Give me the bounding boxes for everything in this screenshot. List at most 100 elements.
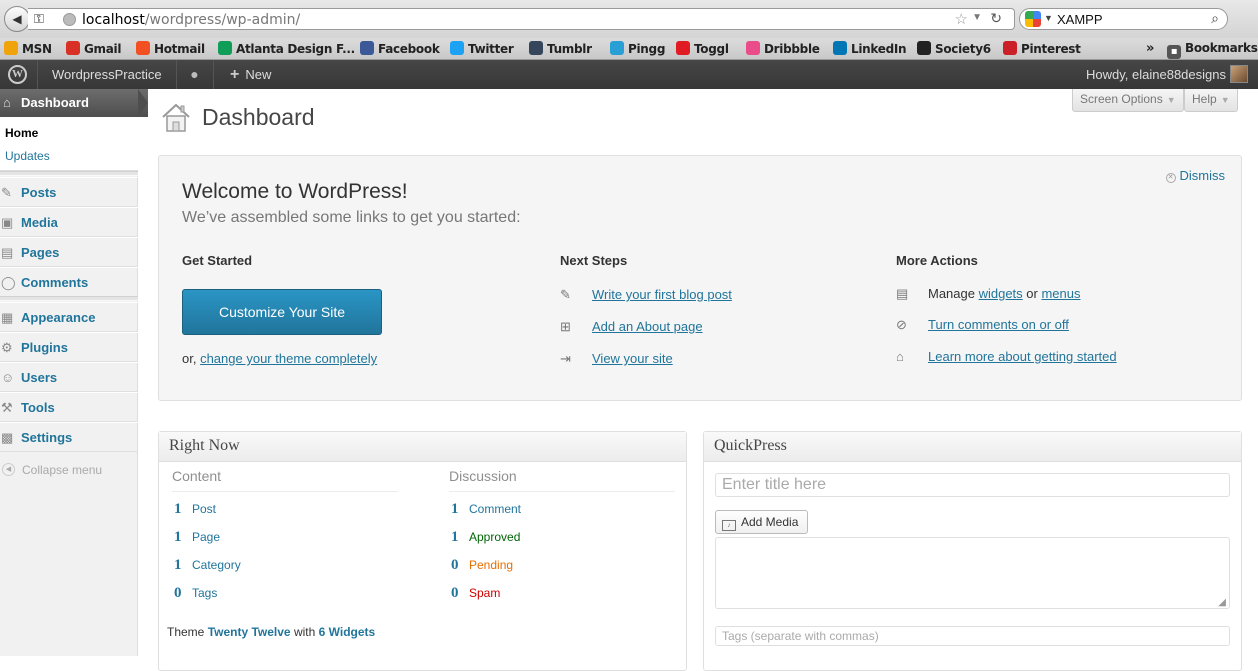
dribbble-icon <box>746 41 760 55</box>
bookmark-hotmail[interactable]: Hotmail <box>136 41 205 56</box>
widgets-link[interactable]: widgets <box>979 286 1023 301</box>
widgets-count-link[interactable]: 6 Widgets <box>319 625 376 639</box>
search-box[interactable]: ▼ XAMPP ⌕ <box>1019 8 1228 30</box>
bookmark-atlanta-design-f[interactable]: Atlanta Design F... <box>218 41 355 56</box>
row-label[interactable]: Category <box>192 558 241 572</box>
resize-handle-icon[interactable]: ◢ <box>1218 597 1226 608</box>
bookmark-label: Toggl <box>694 42 729 56</box>
address-bar[interactable]: ⚿ localhost/wordpress/wp-admin/ ☆ ▼ ↻ <box>28 8 1015 30</box>
bookmark-dribbble[interactable]: Dribbble <box>746 41 820 56</box>
bookmark-twitter[interactable]: Twitter <box>450 41 514 56</box>
write-post-link[interactable]: Write your first blog post <box>592 287 732 302</box>
add-page-icon: ⊞ <box>560 319 571 334</box>
wordpress-logo-icon[interactable]: W <box>0 60 38 89</box>
sidebar-item-label: Media <box>21 215 58 230</box>
menus-link[interactable]: menus <box>1041 286 1080 301</box>
discussion-row[interactable]: 1 Approved <box>451 529 520 546</box>
reload-icon[interactable]: ↻ <box>990 10 1002 27</box>
submenu-item-updates[interactable]: Updates <box>5 149 50 163</box>
sidebar-item-pages[interactable]: ▤ Pages <box>0 237 138 267</box>
row-label[interactable]: Spam <box>469 586 500 600</box>
howdy-user-link[interactable]: Howdy, elaine88designs <box>1086 60 1226 89</box>
bookmark-society6[interactable]: Society6 <box>917 41 991 56</box>
new-content-button[interactable]: + New <box>214 60 287 89</box>
customize-site-button[interactable]: Customize Your Site <box>182 289 382 335</box>
help-button[interactable]: Help ▼ <box>1184 89 1238 112</box>
discussion-row[interactable]: 0 Spam <box>451 585 500 602</box>
count[interactable]: 1 <box>174 529 192 546</box>
dismiss-button[interactable]: ✕ Dismiss <box>1165 168 1225 183</box>
bookmark-toggl[interactable]: Toggl <box>676 41 729 56</box>
bookmarks-menu[interactable]: ▪ Bookmarks <box>1167 41 1258 59</box>
about-page-link[interactable]: Add an About page <box>592 319 703 334</box>
discussion-row[interactable]: 1 Comment <box>451 501 521 518</box>
count[interactable]: 1 <box>451 501 469 518</box>
quickpress-content-textarea[interactable]: ◢ <box>715 537 1230 609</box>
count[interactable]: 1 <box>174 557 192 574</box>
address-text[interactable]: localhost/wordpress/wp-admin/ <box>82 12 300 28</box>
sheets-icon <box>218 41 232 55</box>
screen-options-button[interactable]: Screen Options ▼ <box>1072 89 1184 112</box>
content-row[interactable]: 1 Category <box>174 557 241 574</box>
browser-toolbar: ◀ ⚿ localhost/wordpress/wp-admin/ ☆ ▼ ↻ … <box>0 0 1258 38</box>
comments-toggle-link[interactable]: Turn comments on or off <box>928 317 1069 332</box>
change-theme-link[interactable]: change your theme completely <box>200 351 377 366</box>
search-icon[interactable]: ⌕ <box>1211 10 1219 27</box>
sidebar-item-media[interactable]: ▣ Media <box>0 207 138 237</box>
bookmarks-overflow-icon[interactable]: » <box>1146 41 1154 56</box>
bookmark-msn[interactable]: MSN <box>4 41 52 56</box>
row-label[interactable]: Post <box>192 502 216 516</box>
content-row[interactable]: 1 Post <box>174 501 216 518</box>
count[interactable]: 0 <box>174 585 192 602</box>
sidebar-item-comments[interactable]: ◯ Comments <box>0 267 138 297</box>
sidebar-item-posts[interactable]: ✎ Posts <box>0 177 138 207</box>
bookmark-linkedin[interactable]: LinkedIn <box>833 41 907 56</box>
row-label[interactable]: Tags <box>192 586 217 600</box>
site-name-link[interactable]: WordpressPractice <box>38 60 177 89</box>
count[interactable]: 1 <box>451 529 469 546</box>
content-row[interactable]: 0 Tags <box>174 585 217 602</box>
bookmark-gmail[interactable]: Gmail <box>66 41 121 56</box>
sidebar-item-tools[interactable]: ⚒ Tools <box>0 392 138 422</box>
count[interactable]: 0 <box>451 557 469 574</box>
comment-bubble-icon[interactable]: ● <box>176 60 214 89</box>
google-icon[interactable] <box>1025 11 1041 27</box>
bookmark-pingg[interactable]: Pingg <box>610 41 665 56</box>
count[interactable]: 0 <box>451 585 469 602</box>
avatar[interactable] <box>1230 65 1248 83</box>
view-site-link[interactable]: View your site <box>592 351 673 366</box>
row-label[interactable]: Pending <box>469 558 513 572</box>
admin-bar: W WordpressPractice ● + New Howdy, elaine… <box>0 60 1258 89</box>
sidebar-item-appearance[interactable]: ▦ Appearance <box>0 302 138 332</box>
pin-icon: ✎ <box>1 185 12 200</box>
quickpress-tags-input[interactable]: Tags (separate with commas) <box>715 626 1230 646</box>
discussion-row[interactable]: 0 Pending <box>451 557 513 574</box>
theme-name-link[interactable]: Twenty Twelve <box>208 625 291 639</box>
bookmark-facebook[interactable]: Facebook <box>360 41 440 56</box>
bookmark-star-icon[interactable]: ☆ <box>955 10 968 28</box>
quickpress-title[interactable]: QuickPress <box>704 432 1241 462</box>
right-now-title[interactable]: Right Now <box>159 432 686 462</box>
content-row[interactable]: 1 Page <box>174 529 220 546</box>
sidebar-item-plugins[interactable]: ⚙ Plugins <box>0 332 138 362</box>
history-dropdown-icon[interactable]: ▼ <box>972 12 982 23</box>
dashboard-home-icon <box>162 103 190 132</box>
row-label[interactable]: Approved <box>469 530 520 544</box>
sidebar-item-dashboard[interactable]: ⌂ Dashboard <box>0 89 148 117</box>
content-heading: Content <box>172 468 398 492</box>
count[interactable]: 1 <box>174 501 192 518</box>
add-media-button[interactable]: ♪ Add Media <box>715 510 809 534</box>
collapse-menu-button[interactable]: ◀ Collapse menu <box>0 460 138 480</box>
sidebar-item-settings[interactable]: ▩ Settings <box>0 422 138 452</box>
row-label[interactable]: Page <box>192 530 220 544</box>
submenu-item-home[interactable]: Home <box>5 126 38 140</box>
bookmark-pinterest[interactable]: Pinterest <box>1003 41 1081 56</box>
search-engine-dropdown-icon[interactable]: ▼ <box>1044 13 1053 23</box>
quickpress-title-input[interactable]: Enter title here <box>715 473 1230 497</box>
learn-more-link[interactable]: Learn more about getting started <box>928 349 1117 364</box>
search-input[interactable]: XAMPP <box>1057 12 1103 27</box>
sidebar-item-users[interactable]: ☺ Users <box>0 362 138 392</box>
back-button[interactable]: ◀ <box>4 6 30 32</box>
row-label[interactable]: Comment <box>469 502 521 516</box>
bookmark-tumblr[interactable]: Tumblr <box>529 41 592 56</box>
